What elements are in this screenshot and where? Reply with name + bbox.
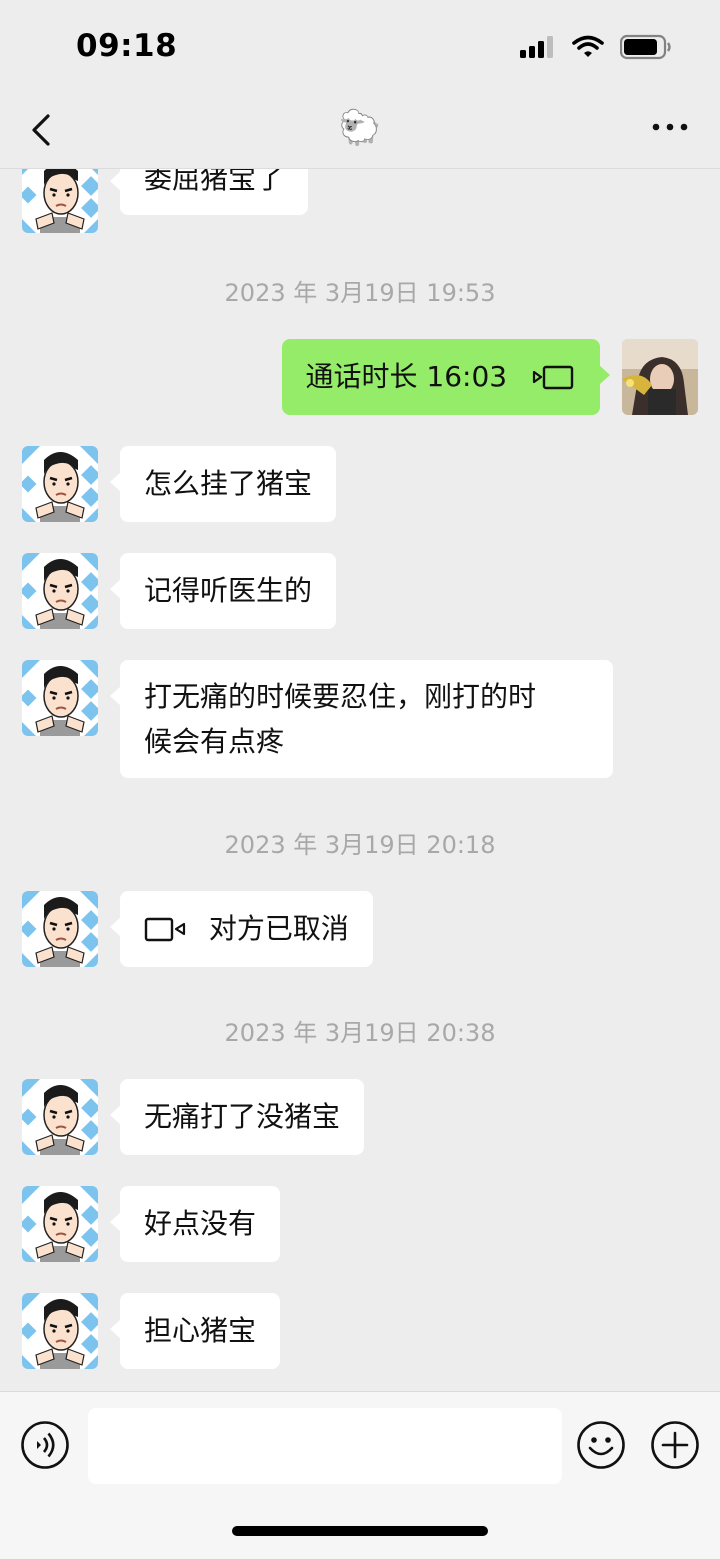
- contact-avatar[interactable]: [22, 891, 98, 967]
- chat-header: 🐑: [0, 96, 720, 169]
- more-dots-icon[interactable]: [650, 112, 690, 142]
- message-text: 担心猪宝: [144, 1314, 257, 1347]
- message-text: 委屈猪宝了: [144, 169, 285, 195]
- contact-avatar[interactable]: [22, 660, 98, 736]
- call-status-text: 对方已取消: [208, 912, 349, 945]
- call-bubble[interactable]: 通话时长 16:03: [281, 339, 610, 415]
- message-text: 好点没有: [144, 1207, 257, 1240]
- message-list[interactable]: 委屈猪宝了 2023 年 3月19日 19:53 通话时长 16:03 怎么挂了…: [0, 169, 720, 1391]
- wifi-icon: [572, 35, 604, 57]
- message-text-line: 打无痛的时候要忍住，刚打的时: [144, 680, 537, 713]
- timestamp: 2023 年 3月19日 20:18: [224, 831, 496, 859]
- contact-avatar[interactable]: [22, 1186, 98, 1262]
- contact-avatar[interactable]: [22, 1079, 98, 1155]
- emoji-icon[interactable]: [576, 1420, 626, 1470]
- contact-avatar[interactable]: [22, 1293, 98, 1369]
- contact-avatar[interactable]: [22, 446, 98, 522]
- message-text-line: 候会有点疼: [144, 725, 285, 758]
- timestamp: 2023 年 3月19日 20:38: [224, 1019, 496, 1047]
- call-duration-text: 通话时长 16:03: [305, 360, 508, 393]
- video-call-icon: [144, 917, 186, 942]
- chat-title: 🐑: [338, 108, 382, 148]
- input-bar: [0, 1391, 720, 1559]
- message-text: 记得听医生的: [144, 574, 313, 607]
- timestamp: 2023 年 3月19日 19:53: [224, 279, 496, 307]
- message-text: 怎么挂了猪宝: [144, 467, 313, 500]
- home-indicator: [232, 1526, 488, 1536]
- message-bubble[interactable]: 记得听医生的: [109, 553, 337, 629]
- message-bubble[interactable]: 打无痛的时候要忍住，刚打的时 候会有点疼: [110, 660, 613, 778]
- status-icons: [520, 34, 672, 60]
- call-bubble[interactable]: 对方已取消: [110, 891, 373, 967]
- message-bubble[interactable]: 担心猪宝: [109, 1293, 281, 1369]
- message-input[interactable]: [88, 1408, 562, 1484]
- status-time: 09:18: [76, 28, 178, 64]
- contact-avatar[interactable]: [22, 553, 98, 629]
- plus-icon[interactable]: [650, 1420, 700, 1470]
- voice-input-icon[interactable]: [20, 1420, 70, 1470]
- status-bar: 09:18: [0, 0, 720, 96]
- message-bubble[interactable]: 无痛打了没猪宝: [109, 1079, 365, 1155]
- message-bubble[interactable]: 怎么挂了猪宝: [109, 446, 337, 522]
- video-call-icon: [532, 365, 574, 390]
- contact-avatar[interactable]: [22, 169, 98, 233]
- message-text: 无痛打了没猪宝: [144, 1100, 341, 1133]
- battery-icon: [620, 34, 671, 60]
- my-avatar[interactable]: [622, 339, 698, 415]
- signal-icon: [520, 36, 553, 58]
- message-bubble[interactable]: 好点没有: [109, 1186, 281, 1262]
- message-bubble[interactable]: 委屈猪宝了: [109, 169, 309, 215]
